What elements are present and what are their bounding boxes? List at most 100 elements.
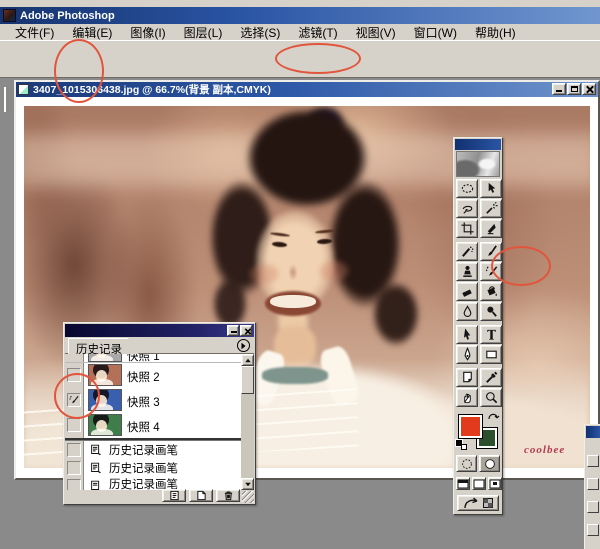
eyedropper-tool[interactable] [480, 368, 502, 387]
foreground-color-swatch[interactable] [459, 415, 482, 438]
panel-close-button[interactable] [240, 325, 252, 336]
history-brush-well[interactable] [67, 461, 81, 475]
snapshot-thumbnail [88, 364, 122, 386]
document-title: 3407_1015306438.jpg @ 66.7%(背景 副本,CMYK) [33, 82, 271, 97]
rectangle-tool[interactable] [480, 345, 502, 364]
clone-stamp-tool[interactable] [456, 262, 478, 281]
new-snapshot-button[interactable] [189, 489, 213, 502]
doc-close-button[interactable] [582, 83, 596, 95]
history-row-snapshot-3[interactable]: 快照 3 [65, 388, 241, 413]
history-row-snapshot-1[interactable]: 快照 1 [65, 354, 241, 363]
toolbox-titlebar[interactable] [455, 139, 501, 150]
history-row-state[interactable]: 历史记录画笔 [65, 441, 241, 459]
toolbox [453, 137, 503, 515]
menu-image[interactable]: 图像(I) [121, 23, 174, 42]
standard-screen-mode-button[interactable] [456, 477, 470, 490]
slice-tool[interactable] [480, 219, 502, 238]
history-row-snapshot-2[interactable]: 快照 2 [65, 363, 241, 388]
arrow-up-icon [245, 358, 251, 362]
snapshot-thumbnail [88, 414, 122, 436]
menu-filter[interactable]: 滤镜(T) [289, 23, 346, 42]
history-row-state[interactable]: 历史记录画笔 [65, 459, 241, 477]
photoshop-app-icon [3, 9, 16, 22]
panel-menu-icon [242, 342, 246, 348]
swap-colors-icon[interactable] [487, 410, 500, 422]
history-state-label: 历史记录画笔 [109, 442, 178, 458]
path-select-tool[interactable] [456, 325, 478, 344]
photo-detail [262, 367, 328, 384]
app-titlebar[interactable]: Adobe Photoshop [0, 7, 600, 24]
minimize-icon [231, 331, 237, 333]
panel-well[interactable] [587, 524, 599, 536]
doc-maximize-button[interactable] [567, 83, 581, 95]
options-bar: 画笔: 65 模式: 正常 不透明度: 85% [0, 40, 600, 78]
menu-layer[interactable]: 图层(L) [175, 23, 232, 42]
history-panel: 历史记录 快照 1 快照 2 [63, 322, 256, 505]
options-grip[interactable] [4, 87, 9, 112]
new-document-from-state-button[interactable] [162, 489, 186, 502]
resize-grip[interactable] [242, 491, 254, 503]
menu-view[interactable]: 视图(V) [347, 23, 405, 42]
menu-window[interactable]: 窗口(W) [405, 23, 466, 42]
paintbrush-tool[interactable] [480, 242, 502, 261]
pen-tool[interactable] [456, 345, 478, 364]
lasso-tool[interactable] [456, 199, 478, 218]
eraser-tool[interactable] [456, 282, 478, 301]
type-tool[interactable] [480, 325, 502, 344]
default-colors-icon[interactable] [456, 440, 467, 450]
maximize-icon [571, 86, 578, 92]
photoshop-logo-image[interactable] [456, 151, 500, 177]
partial-panel-titlebar[interactable] [586, 426, 600, 438]
window-edge [0, 0, 600, 7]
document-titlebar[interactable]: 3407_1015306438.jpg @ 66.7%(背景 副本,CMYK) [16, 82, 598, 97]
menu-select[interactable]: 选择(S) [231, 23, 289, 42]
panel-minimize-button[interactable] [227, 325, 239, 336]
menu-edit[interactable]: 编辑(E) [63, 23, 121, 42]
partial-panel [584, 424, 600, 549]
history-state-label: 历史记录画笔 [109, 460, 178, 476]
crop-tool[interactable] [456, 219, 478, 238]
history-brush-well[interactable] [67, 418, 81, 432]
move-tool[interactable] [480, 179, 502, 198]
jump-to-imageready-button[interactable] [457, 495, 499, 511]
panel-well[interactable] [587, 455, 599, 467]
quick-mask-mode-button[interactable] [479, 455, 500, 472]
history-scrollbar[interactable] [241, 354, 254, 490]
history-state-icon [89, 461, 103, 478]
history-brush-well[interactable] [67, 443, 81, 457]
history-brush-tool[interactable] [480, 262, 502, 281]
hand-tool[interactable] [456, 388, 478, 407]
scrollbar-thumb[interactable] [241, 366, 254, 394]
history-row-snapshot-4[interactable]: 快照 4 [65, 413, 241, 438]
app-title: Adobe Photoshop [20, 10, 115, 22]
document-icon [18, 84, 29, 95]
dodge-tool[interactable] [480, 302, 502, 321]
history-brush-well[interactable] [67, 393, 81, 407]
history-brush-well[interactable] [67, 368, 81, 382]
snapshot-label: 快照 4 [127, 419, 160, 435]
delete-history-button[interactable] [216, 489, 240, 502]
airbrush-tool[interactable] [456, 242, 478, 261]
zoom-tool[interactable] [480, 388, 502, 407]
panel-menu-button[interactable] [237, 339, 250, 352]
scroll-up-button[interactable] [241, 354, 254, 366]
standard-mode-button[interactable] [456, 455, 477, 472]
tab-history[interactable]: 历史记录 [68, 338, 139, 354]
watermark-text: coolbee [524, 444, 565, 456]
history-panel-titlebar[interactable] [65, 324, 254, 337]
history-list: 快照 1 快照 2 快照 3 [65, 354, 254, 490]
history-tab-row: 历史记录 [65, 337, 254, 354]
notes-tool[interactable] [456, 368, 478, 387]
magic-wand-tool[interactable] [480, 199, 502, 218]
paint-bucket-tool[interactable] [480, 282, 502, 301]
panel-well[interactable] [587, 478, 599, 490]
elliptical-marquee-tool[interactable] [456, 179, 478, 198]
menu-file[interactable]: 文件(F) [6, 23, 63, 42]
fullscreen-menubar-mode-button[interactable] [472, 477, 486, 490]
menu-help[interactable]: 帮助(H) [466, 23, 525, 42]
blur-tool[interactable] [456, 302, 478, 321]
panel-well[interactable] [587, 501, 599, 513]
history-bottom-bar [65, 488, 254, 503]
fullscreen-mode-button[interactable] [488, 477, 502, 490]
doc-minimize-button[interactable] [552, 83, 566, 95]
